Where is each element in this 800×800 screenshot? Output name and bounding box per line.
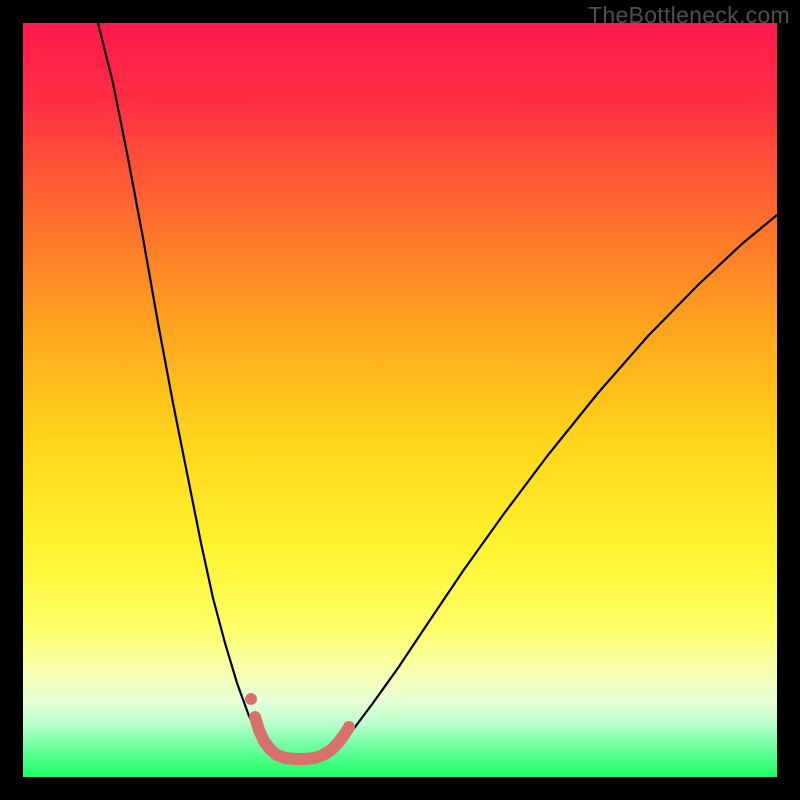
highlight-overlay xyxy=(255,717,349,759)
chart-frame xyxy=(23,23,777,777)
chart-curves xyxy=(23,23,777,777)
highlight-dot xyxy=(245,693,257,705)
left-curve xyxy=(98,23,329,758)
watermark-text: TheBottleneck.com xyxy=(588,2,790,29)
right-curve xyxy=(329,215,777,753)
